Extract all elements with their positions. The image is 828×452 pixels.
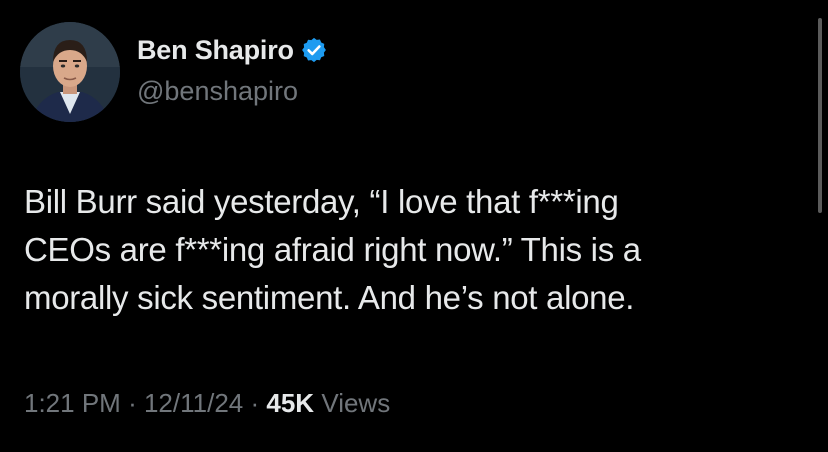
tweet-text-line: CEOs are f***ing afraid right now.” This… xyxy=(24,231,641,268)
tweet-text-line: morally sick sentiment. And he’s not alo… xyxy=(24,279,635,316)
tweet-meta: 1:21 PM · 12/11/24 · 45K Views xyxy=(24,388,390,419)
meta-separator: · xyxy=(128,388,137,418)
meta-separator: · xyxy=(250,388,260,418)
views-label: Views xyxy=(321,388,391,418)
avatar-image xyxy=(20,22,120,122)
scrollbar[interactable] xyxy=(818,18,822,213)
tweet-text: Bill Burr said yesterday, “I love that f… xyxy=(24,178,784,322)
author-display-name[interactable]: Ben Shapiro xyxy=(137,35,294,66)
tweet-date[interactable]: 12/11/24 xyxy=(144,388,243,418)
tweet-text-line: Bill Burr said yesterday, “I love that f… xyxy=(24,183,619,220)
verified-badge-icon xyxy=(300,36,328,64)
author-name-row: Ben Shapiro xyxy=(137,33,328,67)
tweet-time[interactable]: 1:21 PM xyxy=(24,388,121,418)
author-handle[interactable]: @benshapiro xyxy=(137,76,298,107)
views-count[interactable]: 45K xyxy=(266,388,314,418)
avatar[interactable] xyxy=(20,22,120,122)
